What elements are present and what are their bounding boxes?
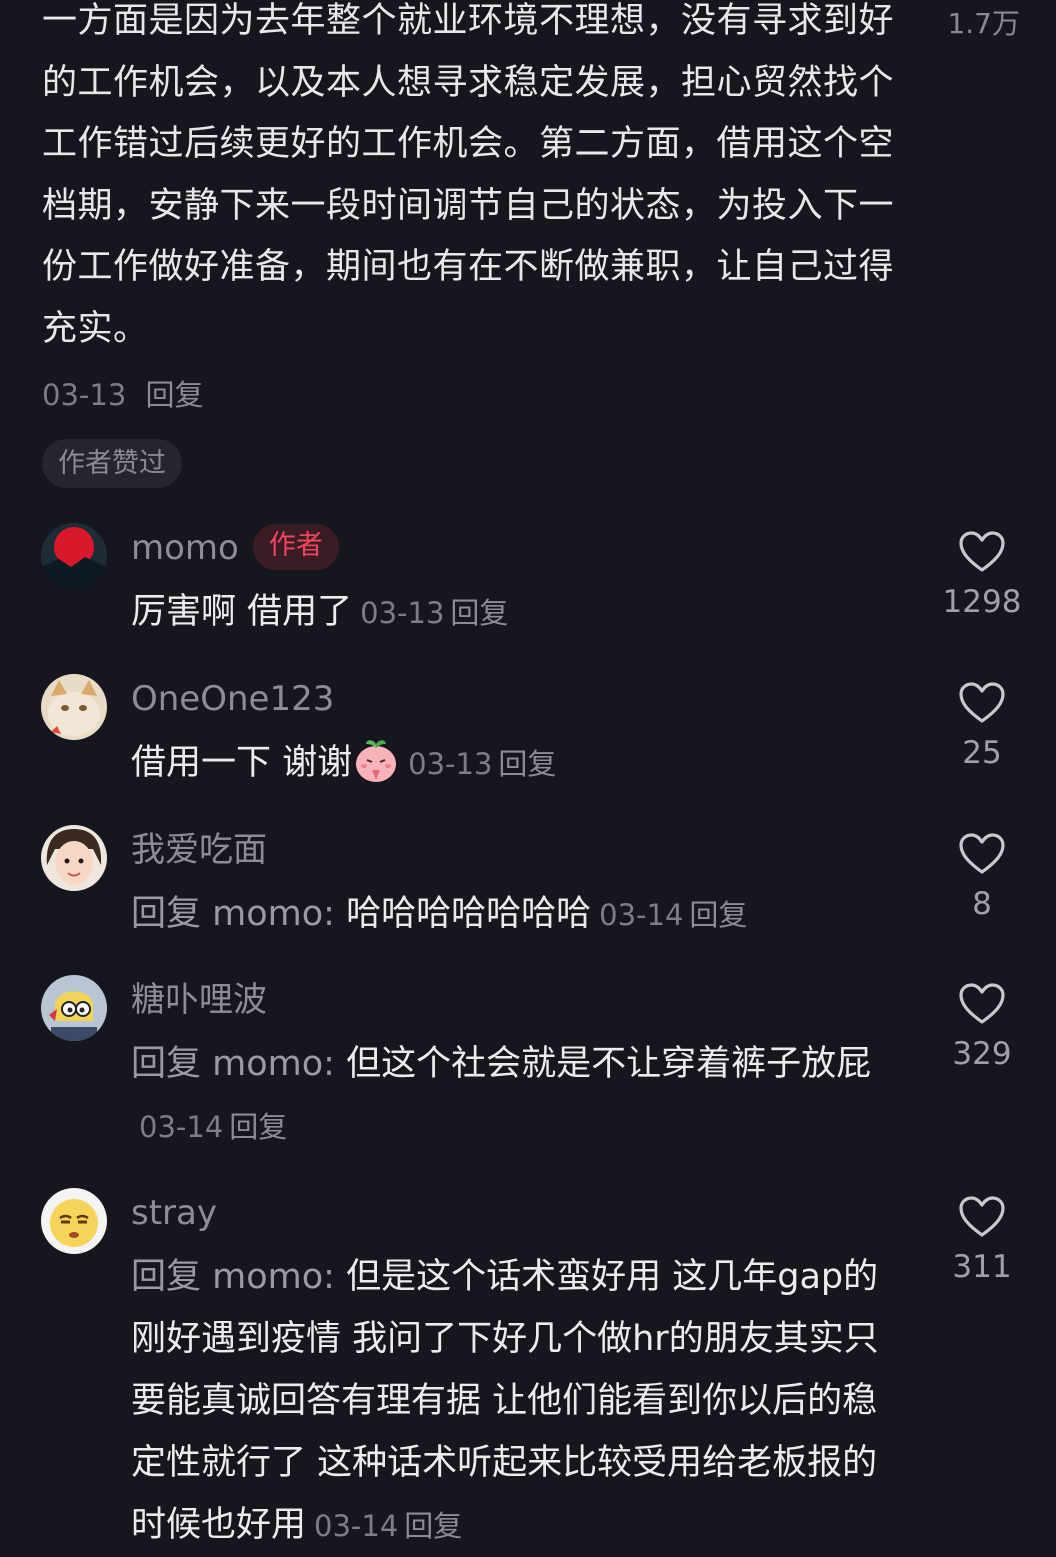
author-badge: 作者 xyxy=(252,523,339,570)
comment-date: 03-14 xyxy=(599,898,684,932)
comment-text: 厉害啊 借用了 xyxy=(131,592,353,632)
heart-outline-icon[interactable] xyxy=(938,832,1026,876)
like-count: 1298 xyxy=(942,584,1022,620)
like-count[interactable]: 1.7万 xyxy=(947,2,1020,42)
top-comment: 一方面是因为去年整个就业环境不理想，没有寻求到好的工作机会，以及本人想寻求稳定发… xyxy=(42,0,902,414)
avatar[interactable] xyxy=(41,975,107,1041)
like-count: 25 xyxy=(962,735,1002,771)
avatar-image xyxy=(41,825,107,891)
like-count: 329 xyxy=(952,1036,1012,1072)
comment-body: stray 回复 momo: 但是这个话术蛮好用 这几年gap的刚好遇到疫情 我… xyxy=(131,1190,906,1557)
like-group: 1298 xyxy=(938,530,1026,620)
reply-target[interactable]: momo: xyxy=(212,1257,335,1297)
avatar-image xyxy=(41,975,107,1041)
avatar[interactable] xyxy=(41,825,107,891)
comment-date: 03-13 xyxy=(408,747,493,781)
heart-outline-icon[interactable] xyxy=(938,1195,1026,1239)
comment-date: 03-13 xyxy=(360,596,445,630)
comment-text: 一方面是因为去年整个就业环境不理想，没有寻求到好的工作机会，以及本人想寻求稳定发… xyxy=(42,1,895,349)
avatar[interactable] xyxy=(41,1188,107,1254)
reply-prefix: 回复 xyxy=(131,1257,202,1297)
heart-outline-icon[interactable] xyxy=(938,681,1026,725)
watermark-fade xyxy=(796,1490,1056,1540)
reply-button[interactable]: 回复 xyxy=(498,747,556,781)
reply-button[interactable]: 回复 xyxy=(229,1110,287,1144)
username[interactable]: OneOne123 xyxy=(131,679,334,719)
reply-prefix: 回复 xyxy=(131,1044,202,1084)
avatar-image xyxy=(41,674,107,740)
avatar[interactable] xyxy=(41,674,107,740)
reply-target[interactable]: momo: xyxy=(212,894,335,934)
reply-target[interactable]: momo: xyxy=(212,1044,335,1084)
comment-text: 但这个社会就是不让穿着裤子放屁 xyxy=(346,1044,872,1084)
like-group: 25 xyxy=(938,681,1026,771)
like-count: 311 xyxy=(952,1249,1012,1285)
comment-date: 03-14 xyxy=(314,1509,399,1543)
comment-body: momo 作者 厉害啊 借用了 03-13 回复 xyxy=(131,523,901,644)
username[interactable]: 我爱吃面 xyxy=(131,830,267,870)
comment-body: OneOne123 借用一下 谢谢 03-13 回复 xyxy=(131,676,901,795)
comment-meta: 03-13 回复 xyxy=(42,372,902,414)
avatar-image xyxy=(41,1188,107,1254)
comment-date: 03-14 xyxy=(139,1110,224,1144)
comment-text: 借用一下 谢谢 xyxy=(131,743,353,783)
reply-button[interactable]: 回复 xyxy=(689,898,747,932)
like-group: 311 xyxy=(938,1195,1026,1285)
reply-button[interactable]: 回复 xyxy=(450,596,508,630)
username[interactable]: stray xyxy=(131,1193,217,1233)
comment-content: 厉害啊 借用了 03-13 回复 xyxy=(131,581,901,644)
praying-peach-emoji xyxy=(352,736,400,784)
comment-content: 回复 momo: 但是这个话术蛮好用 这几年gap的刚好遇到疫情 我问了下好几个… xyxy=(131,1246,906,1557)
avatar[interactable] xyxy=(41,523,107,589)
heart-outline-icon[interactable] xyxy=(938,982,1026,1026)
comment-body: 我爱吃面 回复 momo: 哈哈哈哈哈哈哈 03-14 回复 xyxy=(131,827,901,946)
like-group: 329 xyxy=(938,982,1026,1072)
comment-text: 哈哈哈哈哈哈哈 xyxy=(346,894,592,934)
comment-content: 回复 momo: 哈哈哈哈哈哈哈 03-14 回复 xyxy=(131,883,901,946)
reply-button[interactable]: 回复 xyxy=(404,1509,462,1543)
comment-content: 回复 momo: 但这个社会就是不让穿着裤子放屁03-14 回复 xyxy=(131,1033,901,1158)
comment-text: 但是这个话术蛮好用 这几年gap的刚好遇到疫情 我问了下好几个做hr的朋友其实只… xyxy=(131,1257,879,1545)
reply-button[interactable]: 回复 xyxy=(146,378,204,412)
comment-body: 糖卟哩波 回复 momo: 但这个社会就是不让穿着裤子放屁03-14 回复 xyxy=(131,977,901,1158)
comment-date: 03-13 xyxy=(42,378,127,412)
comment-content: 借用一下 谢谢 03-13 回复 xyxy=(131,732,901,795)
like-count: 8 xyxy=(972,886,992,922)
author-liked-tag: 作者赞过 xyxy=(42,439,182,488)
username[interactable]: momo xyxy=(131,528,239,568)
reply-prefix: 回复 xyxy=(131,894,202,934)
username[interactable]: 糖卟哩波 xyxy=(131,980,267,1020)
heart-outline-icon[interactable] xyxy=(938,530,1026,574)
like-group: 8 xyxy=(938,832,1026,922)
avatar-image xyxy=(41,523,107,589)
